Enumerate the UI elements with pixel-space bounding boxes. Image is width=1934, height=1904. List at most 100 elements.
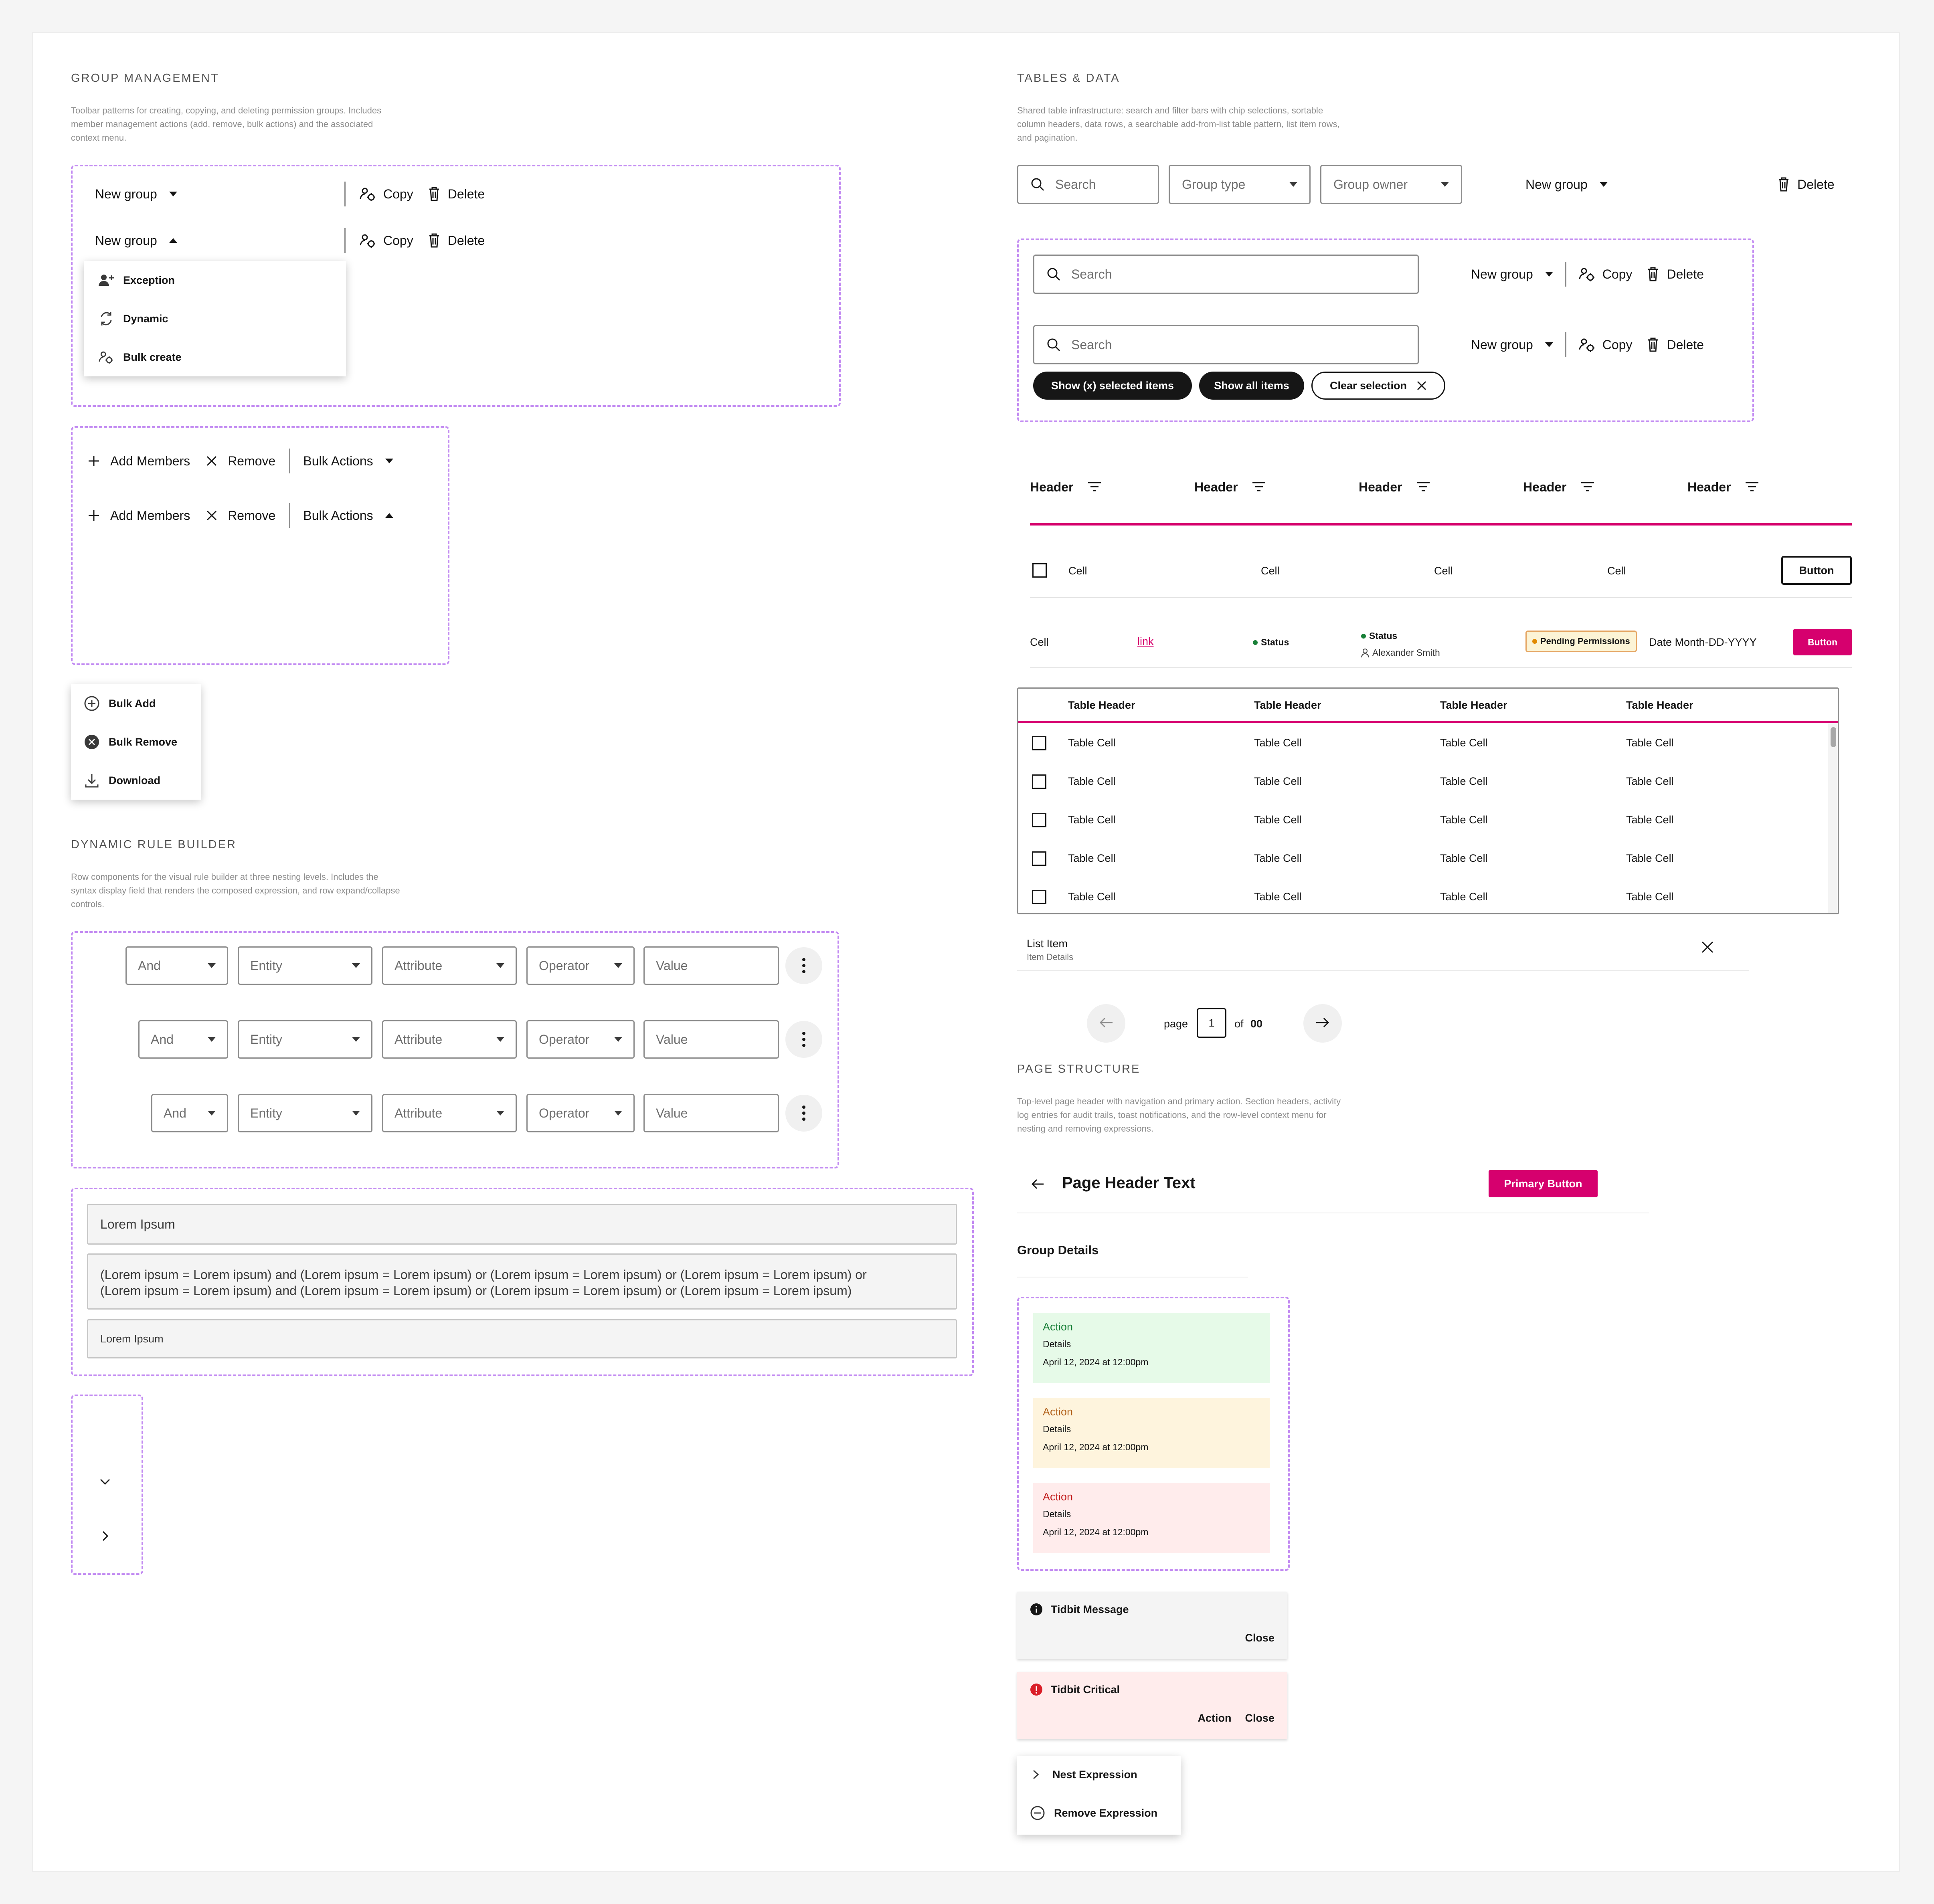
overflow-menu-icon[interactable] [785, 947, 822, 984]
chevron-down-icon[interactable] [99, 1478, 111, 1488]
bulk-actions-dropdown[interactable]: Bulk Actions [303, 454, 373, 469]
prev-page-button[interactable] [1087, 1004, 1125, 1043]
info-icon [1030, 1603, 1043, 1616]
back-arrow-icon[interactable] [1031, 1178, 1044, 1192]
new-group-dropdown[interactable]: New group [95, 182, 177, 206]
menu-item-bulk-add[interactable]: Bulk Add [84, 695, 156, 711]
row-checkbox[interactable] [1032, 851, 1046, 868]
and-select[interactable]: And [151, 1094, 228, 1132]
sortable-header-1[interactable]: Header [1030, 478, 1102, 496]
close-button[interactable]: Close [1245, 1632, 1274, 1644]
row-checkbox[interactable] [1032, 563, 1047, 580]
entity-select[interactable]: Entity [238, 1094, 372, 1132]
and-select[interactable]: And [138, 1020, 228, 1059]
add-circle-icon [84, 695, 100, 711]
menu-item-nest-expression[interactable]: Nest Expression [1032, 1767, 1137, 1783]
copy-button[interactable]: Copy [1602, 338, 1633, 352]
plus-icon [88, 455, 100, 467]
row-button-primary[interactable]: Button [1793, 629, 1852, 655]
close-button[interactable]: Close [1245, 1712, 1274, 1724]
tidbit-message-toast: Tidbit Message Close [1017, 1592, 1287, 1659]
page-number-input[interactable]: 1 [1197, 1008, 1226, 1038]
row-checkbox[interactable] [1032, 890, 1046, 906]
operator-select[interactable]: Operator [526, 946, 635, 985]
entity-select[interactable]: Entity [238, 1020, 372, 1059]
new-group-dropdown[interactable]: New group [1471, 338, 1533, 352]
overflow-menu-icon[interactable] [785, 1021, 822, 1058]
new-group-dropdown[interactable]: New group [1471, 267, 1533, 282]
add-members-button[interactable]: Add Members [110, 508, 190, 523]
and-select[interactable]: And [125, 946, 228, 985]
menu-item-dynamic[interactable]: Dynamic [98, 311, 168, 327]
value-input[interactable]: Value [643, 1020, 779, 1059]
copy-button[interactable]: Copy [383, 187, 413, 202]
caret-down-icon [208, 1037, 216, 1042]
chevron-right-icon[interactable] [101, 1530, 109, 1544]
trash-icon [429, 187, 440, 201]
next-page-button[interactable] [1303, 1004, 1342, 1043]
rule-builder-title: DYNAMIC RULE BUILDER [71, 838, 237, 851]
group-management-desc: Toolbar patterns for creating, copying, … [71, 105, 382, 143]
attribute-select[interactable]: Attribute [382, 946, 517, 985]
delete-action[interactable]: Delete [1778, 172, 1835, 197]
add-members-button[interactable]: Add Members [110, 454, 190, 469]
delete-button[interactable]: Delete [448, 187, 485, 202]
operator-select[interactable]: Operator [526, 1020, 635, 1059]
entity-select[interactable]: Entity [238, 946, 372, 985]
group-owner-select[interactable]: Group owner [1320, 165, 1462, 204]
caret-down-icon [169, 192, 177, 196]
scrollbar-thumb[interactable] [1831, 727, 1836, 747]
row-checkbox[interactable] [1032, 774, 1046, 791]
chip-clear-selection[interactable]: Clear selection [1311, 372, 1445, 400]
copy-button[interactable]: Copy [383, 233, 413, 248]
menu-item-exception[interactable]: Exception [98, 272, 175, 288]
list-item-details: Item Details [1027, 952, 1074, 962]
primary-button[interactable]: Primary Button [1489, 1170, 1598, 1197]
menu-item-download[interactable]: Download [84, 772, 160, 788]
sortable-header-2[interactable]: Header [1194, 478, 1266, 496]
delete-button[interactable]: Delete [1667, 338, 1704, 352]
value-input[interactable]: Value [643, 946, 779, 985]
chip-show-all[interactable]: Show all items [1199, 372, 1304, 400]
user-icon [1361, 648, 1369, 658]
remove-button[interactable]: Remove [228, 454, 275, 469]
menu-item-remove-expression[interactable]: Remove Expression [1030, 1805, 1157, 1821]
value-input[interactable]: Value [643, 1094, 779, 1132]
delete-button[interactable]: Delete [448, 233, 485, 248]
table-cell: Cell [1068, 565, 1087, 577]
new-group-dropdown[interactable]: New group [1525, 172, 1608, 197]
table-cell: Table Cell [1254, 852, 1302, 864]
sortable-header-3[interactable]: Header [1359, 478, 1430, 496]
list-item-close-icon[interactable] [1701, 941, 1714, 956]
delete-button[interactable]: Delete [1667, 267, 1704, 282]
bulk-actions-dropdown[interactable]: Bulk Actions [303, 508, 373, 523]
new-group-dropdown-open[interactable]: New group [95, 228, 177, 253]
copy-button[interactable]: Copy [1602, 267, 1633, 282]
menu-item-bulk-create[interactable]: Bulk create [98, 349, 182, 365]
search-input[interactable]: Search [1017, 165, 1159, 204]
row-checkbox[interactable] [1032, 736, 1046, 752]
caret-down-icon [1599, 182, 1608, 187]
chip-show-selected[interactable]: Show (x) selected items [1033, 372, 1192, 400]
total-pages: 00 [1250, 1018, 1263, 1030]
sortable-header-4[interactable]: Header [1523, 478, 1595, 496]
syntax-small-field: Lorem Ipsum [87, 1319, 957, 1358]
row-button-outline[interactable]: Button [1781, 556, 1852, 585]
remove-button[interactable]: Remove [228, 508, 275, 523]
row-checkbox[interactable] [1032, 813, 1046, 829]
operator-select[interactable]: Operator [526, 1094, 635, 1132]
attribute-select[interactable]: Attribute [382, 1094, 517, 1132]
attribute-select[interactable]: Attribute [382, 1020, 517, 1059]
search-input[interactable]: Search [1033, 255, 1419, 294]
overflow-menu-icon[interactable] [785, 1095, 822, 1132]
action-button[interactable]: Action [1198, 1712, 1231, 1724]
scrollbar-track[interactable] [1828, 723, 1838, 913]
search-input[interactable]: Search [1033, 325, 1419, 364]
group-type-select[interactable]: Group type [1169, 165, 1311, 204]
table-cell: Table Cell [1626, 891, 1674, 903]
sortable-header-5[interactable]: Header [1687, 478, 1759, 496]
filter-icon [1087, 481, 1102, 493]
minus-circle-icon [1030, 1805, 1045, 1821]
table-link[interactable]: link [1137, 635, 1154, 648]
menu-item-bulk-remove[interactable]: Bulk Remove [84, 734, 177, 750]
